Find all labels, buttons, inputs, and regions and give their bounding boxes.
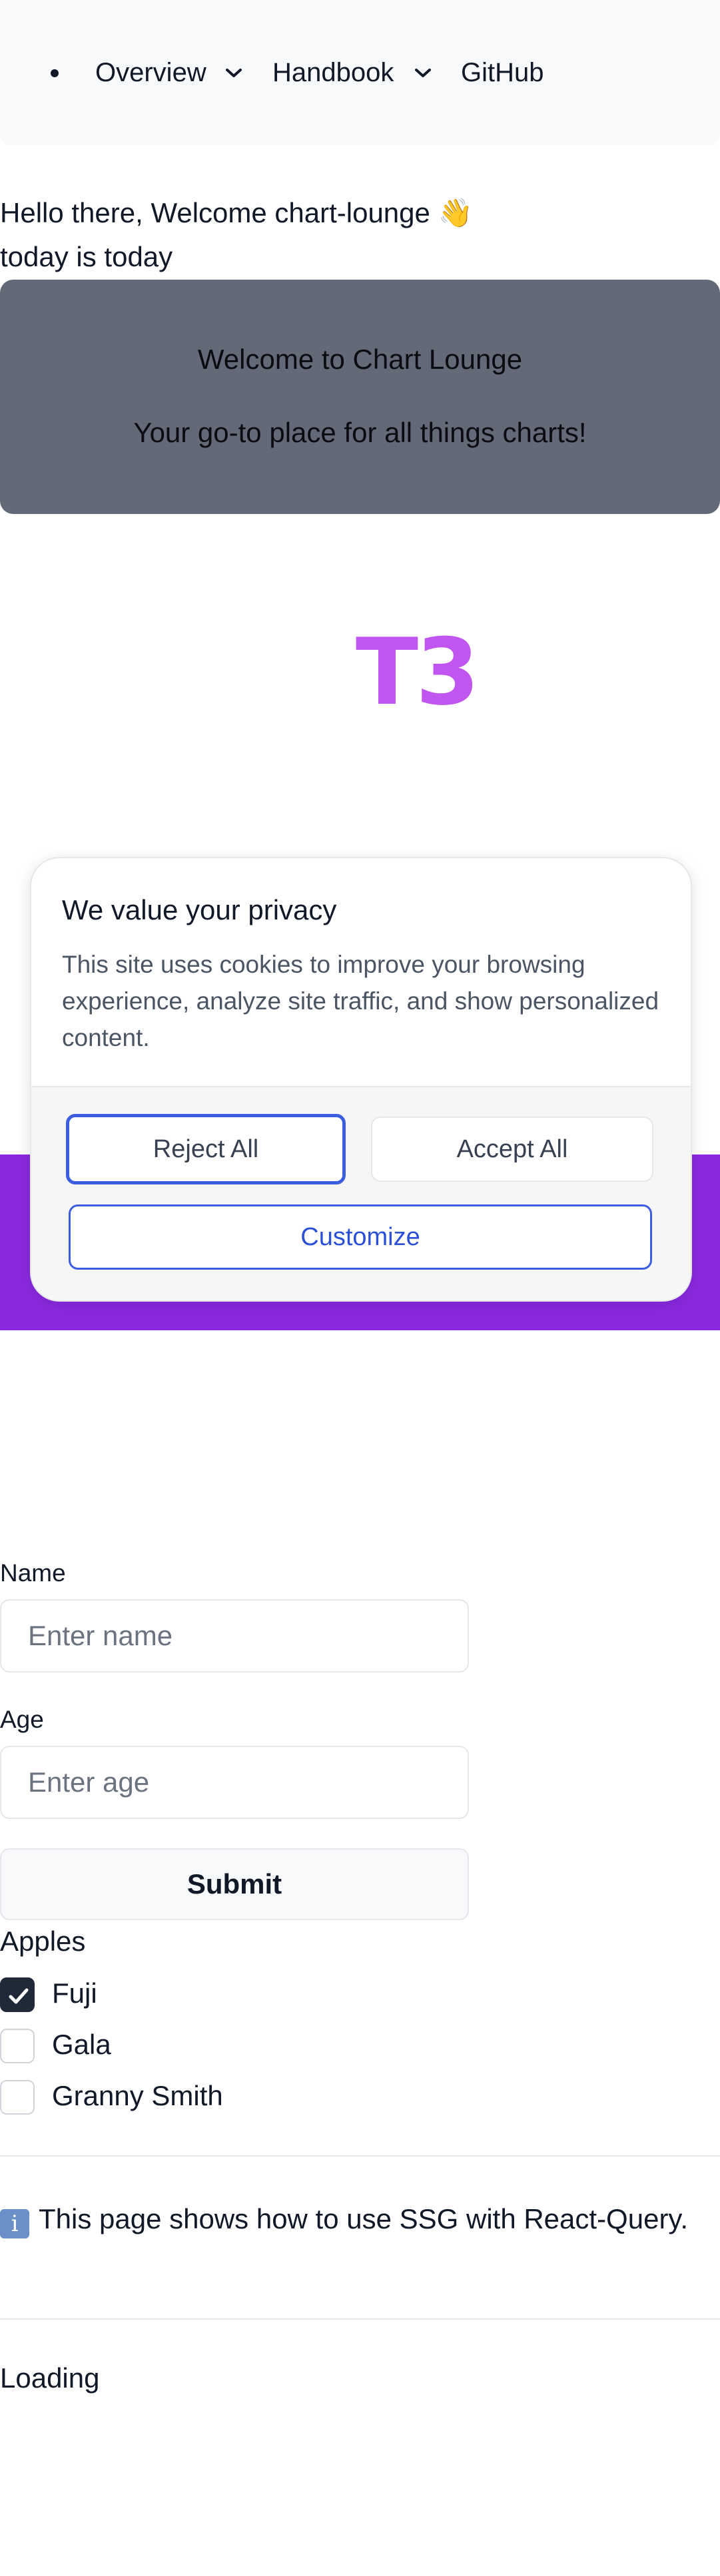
- info-icon: i: [0, 2209, 29, 2238]
- hero-content: [0, 280, 720, 514]
- chevron-down-icon[interactable]: [414, 67, 432, 79]
- hero-subtitle: Your go-to place for all things charts!: [133, 417, 587, 448]
- info-message: i This page shows how to use SSG with Rea…: [0, 2197, 706, 2241]
- apples-legend: Apples: [0, 1926, 86, 1957]
- greeting-line: Hello there, Welcome chart-lounge 👋: [0, 197, 473, 228]
- checkbox-label-gala[interactable]: Gala: [52, 2027, 111, 2062]
- nav-item-github[interactable]: GitHub: [461, 56, 544, 89]
- age-label: Age: [0, 1706, 44, 1733]
- checkbox-label-granny-smith[interactable]: Granny Smith: [52, 2079, 223, 2113]
- cookie-actions: Reject All Accept All Customize: [31, 1086, 691, 1300]
- reject-all-button[interactable]: Reject All: [66, 1114, 346, 1184]
- divider: [0, 2155, 720, 2157]
- name-input[interactable]: [0, 1599, 469, 1673]
- cookie-description: This site uses cookies to improve your b…: [62, 951, 659, 1051]
- nav-item-handbook[interactable]: Handbook: [272, 56, 394, 89]
- check-icon: [9, 1988, 29, 2004]
- name-label: Name: [0, 1559, 66, 1587]
- checkbox-label-fuji[interactable]: Fuji: [52, 1976, 97, 2011]
- accept-all-button[interactable]: Accept All: [371, 1117, 653, 1182]
- age-input[interactable]: [0, 1746, 469, 1819]
- cookie-title: We value your privacy: [62, 894, 337, 925]
- cookie-consent-dialog: We value your privacy This site uses coo…: [30, 857, 692, 1302]
- date-line: today is today: [0, 241, 173, 272]
- checkbox-granny-smith[interactable]: [0, 2080, 35, 2115]
- hero-title: Welcome to Chart Lounge: [197, 344, 523, 375]
- customize-button[interactable]: Customize: [69, 1204, 652, 1270]
- submit-button[interactable]: Submit: [0, 1848, 469, 1920]
- chevron-down-icon[interactable]: [225, 67, 242, 79]
- checkbox-gala[interactable]: [0, 2029, 35, 2063]
- top-nav: Overview Handbook GitHub: [0, 0, 720, 145]
- loading-status: Loading: [0, 2362, 100, 2394]
- divider: [0, 2318, 720, 2320]
- nav-bullet: [51, 69, 59, 77]
- t3-logo: T3: [355, 619, 480, 726]
- nav-item-overview[interactable]: Overview: [95, 56, 206, 89]
- info-text: This page shows how to use SSG with Reac…: [39, 2203, 688, 2234]
- checkbox-fuji[interactable]: [0, 1977, 35, 2012]
